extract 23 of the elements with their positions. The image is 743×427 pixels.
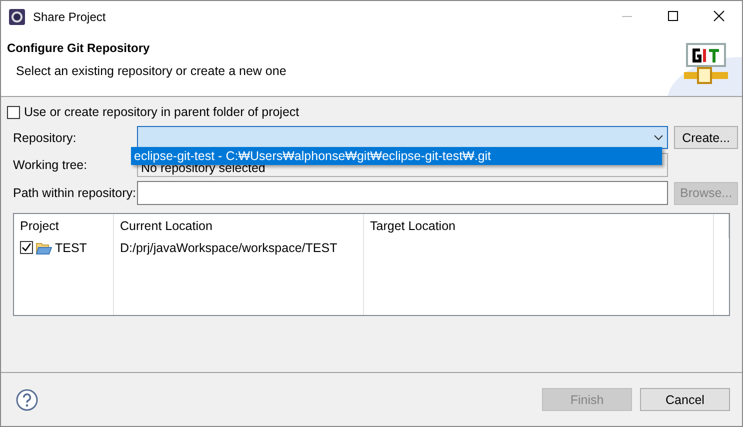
- checkbox[interactable]: [7, 106, 20, 118]
- help-icon[interactable]: [16, 388, 38, 410]
- column-header: Current Location: [114, 214, 364, 238]
- checkbox[interactable]: [20, 241, 33, 254]
- checkbox-label: Use or create repository in parent folder of project: [24, 105, 300, 119]
- caret-icon: [654, 134, 663, 140]
- repository-dropdown[interactable]: [137, 126, 668, 149]
- create-button[interactable]: Create...: [674, 126, 738, 149]
- window-title: Share Project: [33, 10, 107, 24]
- dialog-button[interactable]: Cancel: [640, 388, 730, 411]
- app-icon: [9, 8, 25, 24]
- table-cell: D:/prj/javaWorkspace/workspace/TEST: [120, 241, 338, 255]
- dropdown-option[interactable]: eclipse-git-test - C:₩Users₩alphonse₩git₩eclipse-git-test₩.git: [131, 147, 662, 165]
- field-label: Repository:: [13, 130, 78, 144]
- column-header: Project: [14, 214, 114, 238]
- folder-icon: [36, 242, 52, 255]
- path-field[interactable]: [137, 181, 668, 205]
- field-label: Working tree:: [13, 158, 88, 172]
- page-title: Configure Git Repository: [7, 41, 151, 55]
- column-header: Target Location: [364, 214, 714, 238]
- git-logo-icon: [684, 43, 728, 87]
- table-cell: TEST: [55, 241, 87, 255]
- page-description: Select an existing repository or create a new one: [16, 64, 288, 78]
